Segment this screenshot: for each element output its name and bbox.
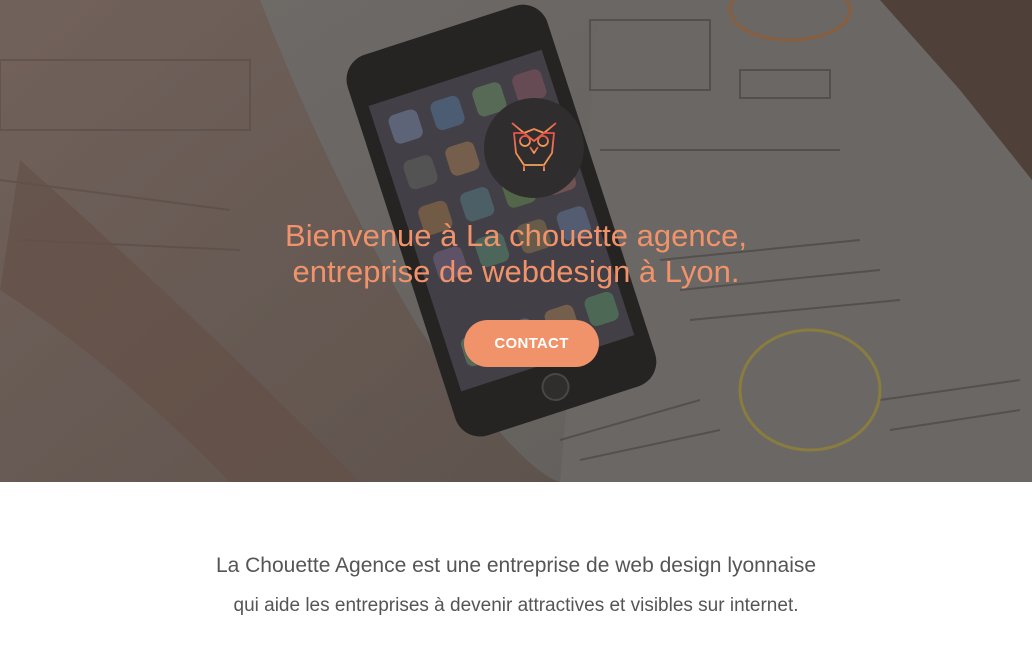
owl-icon: [511, 122, 557, 174]
contact-button[interactable]: CONTACT: [464, 320, 599, 367]
intro-text-line1: La Chouette Agence est une entreprise de…: [215, 554, 817, 577]
logo: [484, 98, 584, 198]
hero-headline: Bienvenue à La chouette agence, entrepri…: [0, 218, 1032, 290]
intro-text-line2: qui aide les entreprises à devenir attra…: [233, 595, 799, 616]
hero-headline-line2: entreprise de webdesign à Lyon.: [292, 254, 740, 289]
hero-headline-line1: Bienvenue à La chouette agence,: [285, 218, 747, 253]
hero-section: Bienvenue à La chouette agence, entrepri…: [0, 0, 1032, 482]
intro-section: La Chouette Agence est une entreprise de…: [0, 482, 1032, 652]
